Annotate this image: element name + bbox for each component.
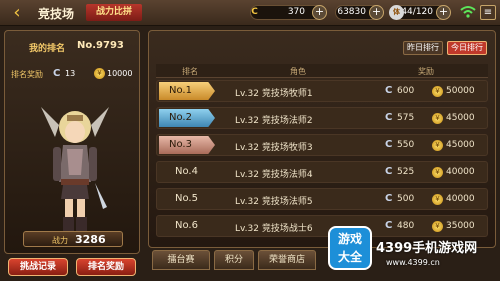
subtitle-ribbon: 战力比拼 [86, 4, 142, 21]
c-currency-icon: C [385, 166, 393, 177]
reward-c-value: 550 [397, 140, 415, 150]
page-title: 竞技场 [38, 7, 75, 21]
tab-arena[interactable]: 擂台赛 [152, 250, 210, 270]
c-currency-icon: C [385, 85, 393, 96]
yesterday-ranking-button[interactable]: 昨日排行 [403, 41, 443, 55]
c-currency-icon: C [385, 220, 393, 231]
watermark-logo-bottom: 大全 [337, 250, 362, 264]
table-row[interactable]: No.6 Lv.32 竞技场战士6 C 480 ¥ 35000 [156, 215, 488, 237]
reward-c-value: 600 [397, 86, 415, 96]
rank-reward-c-value: 13 [65, 69, 76, 78]
rank-badge-gold: No.1 [159, 82, 215, 100]
tab-points[interactable]: 积分 [214, 250, 254, 270]
top-bar: ‹ 竞技场 战力比拼 C 370 + 63830 + 体 144/120 + ≡ [0, 0, 500, 26]
header-role: 角色 [290, 67, 306, 76]
reward-c-value: 525 [397, 167, 415, 177]
combat-power-bar: 战力 3286 [23, 231, 123, 247]
gold-coin-icon: ¥ [432, 113, 443, 124]
gold-coin-icon: ¥ [432, 140, 443, 151]
gold-coin-icon: ¥ [432, 221, 443, 232]
c-currency-icon: C [251, 7, 258, 17]
table-row[interactable]: No.1 Lv.32 竞技场牧师1 C 600 ¥ 50000 [156, 80, 488, 102]
rank-badge-bronze: No.3 [159, 136, 215, 154]
combat-power-value: 3286 [75, 233, 106, 246]
reward-gold-value: 45000 [446, 140, 475, 150]
my-rank-label: 我的排名 [29, 44, 66, 54]
rank-rewards-button[interactable]: 排名奖励 [76, 258, 136, 276]
header-reward: 奖励 [418, 67, 434, 76]
rank-number: No.4 [175, 166, 198, 177]
gold-coin-icon: ¥ [432, 167, 443, 178]
rank-badge-blue: No.2 [159, 109, 215, 127]
rank-number: No.6 [175, 220, 198, 231]
rank-number: No.5 [175, 193, 198, 204]
c-currency-icon: C [385, 112, 393, 123]
reward-gold-value: 45000 [446, 113, 475, 123]
gold-coin-icon: ¥ [94, 68, 105, 79]
header-rank: 排名 [182, 67, 198, 76]
gold-coin-icon: ¥ [432, 194, 443, 205]
reward-gold-value: 35000 [446, 221, 475, 231]
reward-c-value: 575 [397, 113, 415, 123]
add-stamina-button[interactable]: + [436, 5, 451, 20]
watermark-logo: 游戏 大全 [328, 226, 372, 270]
gold-coin-icon: ¥ [432, 86, 443, 97]
combat-power-label: 战力 [52, 236, 68, 245]
add-c-button[interactable]: + [312, 5, 327, 20]
reward-gold-value: 40000 [446, 167, 475, 177]
c-currency-icon: C [53, 68, 61, 79]
role-name: Lv.32 竞技场法师2 [235, 116, 313, 126]
table-row[interactable]: No.2 Lv.32 竞技场法师2 C 575 ¥ 45000 [156, 107, 488, 129]
stamina-box: 体 144/120 + [389, 5, 451, 20]
currency-c-box: C 370 + [250, 5, 327, 20]
role-name: Lv.32 竞技场法师5 [235, 197, 313, 207]
role-name: Lv.32 竞技场牧师1 [235, 89, 313, 99]
table-row[interactable]: No.4 Lv.32 竞技场法师4 C 525 ¥ 40000 [156, 161, 488, 183]
back-icon[interactable]: ‹ [6, 4, 28, 22]
role-name: Lv.32 竞技场战士6 [235, 224, 313, 234]
watermark-title: 4399手机游戏网 [376, 241, 478, 256]
reward-gold-value: 50000 [446, 86, 475, 96]
menu-icon[interactable]: ≡ [480, 5, 496, 20]
rank-reward-gold-value: 10000 [107, 69, 133, 78]
rank-reward-label: 排名奖励 [11, 70, 43, 79]
watermark-logo-top: 游戏 [337, 232, 362, 246]
reward-c-value: 500 [397, 194, 415, 204]
gold-box: 63830 + [335, 5, 384, 20]
currency-c-value: 370 [287, 7, 305, 17]
my-rank-value: No.9793 [77, 40, 124, 51]
wifi-icon [460, 5, 476, 19]
today-ranking-button[interactable]: 今日排行 [447, 41, 487, 55]
gold-value: 63830 [337, 7, 366, 17]
c-currency-icon: C [385, 193, 393, 204]
add-gold-button[interactable]: + [369, 5, 384, 20]
challenge-log-button[interactable]: 挑战记录 [8, 258, 68, 276]
reward-gold-value: 40000 [446, 194, 475, 204]
watermark-url: www.4399.cn [386, 258, 440, 267]
ranking-table-header: 排名 角色 奖励 [156, 64, 488, 78]
stamina-icon: 体 [389, 5, 404, 20]
c-currency-icon: C [385, 139, 393, 150]
role-name: Lv.32 竞技场牧师3 [235, 143, 313, 153]
role-name: Lv.32 竞技场法师4 [235, 170, 313, 180]
player-panel: 我的排名 No.9793 排名奖励 C 13 ¥ 10000 战力 3286 [4, 30, 140, 254]
table-row[interactable]: No.3 Lv.32 竞技场牧师3 C 550 ¥ 45000 [156, 134, 488, 156]
table-row[interactable]: No.5 Lv.32 竞技场法师5 C 500 ¥ 40000 [156, 188, 488, 210]
tab-honor-shop[interactable]: 荣誉商店 [258, 250, 316, 270]
reward-c-value: 480 [397, 221, 415, 231]
